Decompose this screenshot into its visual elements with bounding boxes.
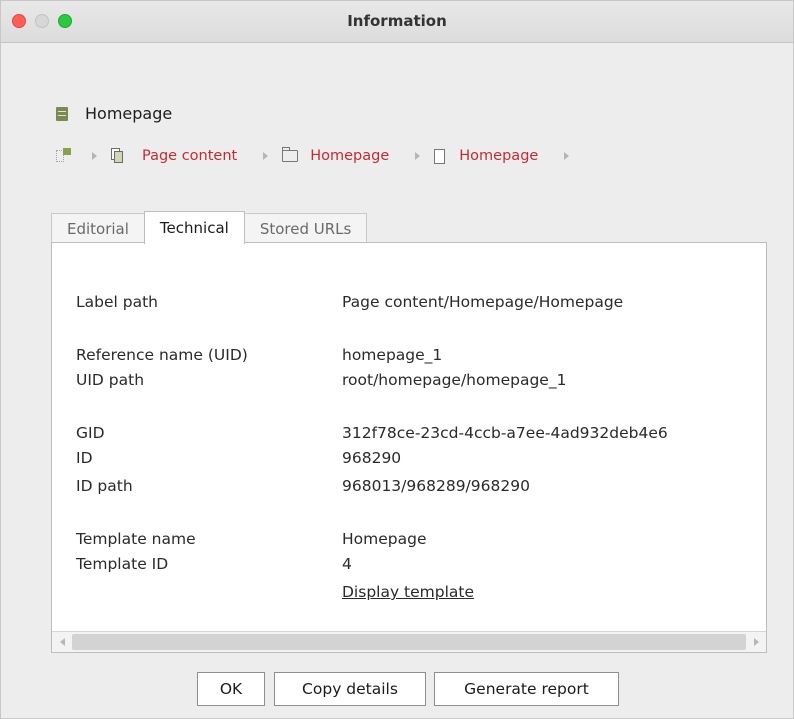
page-title: Homepage: [85, 104, 173, 123]
root-icon[interactable]: [56, 148, 74, 164]
window-title: Information: [347, 12, 447, 30]
scroll-left-icon: [59, 638, 65, 646]
document-icon: [434, 148, 446, 164]
breadcrumb-arrow-icon: [92, 152, 97, 160]
label-path-label: Label path: [76, 293, 158, 311]
gid-value: 312f78ce-23cd-4ccb-a7ee-4ad932deb4e6: [342, 424, 668, 442]
template-id-value: 4: [342, 555, 352, 573]
template-name-label: Template name: [76, 530, 196, 548]
page-icon: [56, 106, 68, 121]
id-label: ID: [76, 449, 93, 467]
horizontal-scrollbar[interactable]: [52, 631, 766, 652]
reference-name-label: Reference name (UID): [76, 346, 248, 364]
tab-bar: Editorial Technical Stored URLs: [51, 211, 368, 244]
id-path-label: ID path: [76, 477, 133, 495]
copy-details-button[interactable]: Copy details: [274, 672, 426, 706]
breadcrumb-arrow-icon: [415, 152, 421, 160]
template-name-value: Homepage: [342, 530, 427, 548]
reference-name-value: homepage_1: [342, 346, 443, 364]
scroll-right-icon: [753, 638, 759, 646]
scroll-left-button[interactable]: [52, 632, 72, 652]
ok-button[interactable]: OK: [197, 672, 265, 706]
information-window: Information Homepage Page content Homepa…: [0, 0, 794, 719]
breadcrumb: Page content Homepage Homepage: [56, 147, 583, 164]
page-header: Homepage: [56, 104, 172, 123]
uid-path-label: UID path: [76, 371, 145, 389]
page-content-icon: [111, 148, 126, 164]
title-bar: Information: [1, 1, 793, 43]
gid-label: GID: [76, 424, 105, 442]
display-template-link[interactable]: Display template: [342, 583, 474, 601]
technical-panel: Label path Page content/Homepage/Homepag…: [51, 242, 767, 653]
generate-report-button[interactable]: Generate report: [434, 672, 619, 706]
breadcrumb-homepage-page[interactable]: Homepage: [459, 148, 538, 164]
folder-icon: [282, 147, 299, 162]
template-id-label: Template ID: [76, 555, 169, 573]
breadcrumb-page-content[interactable]: Page content: [142, 148, 237, 164]
tab-editorial[interactable]: Editorial: [51, 213, 145, 243]
scrollbar-thumb[interactable]: [72, 634, 746, 650]
label-path-value: Page content/Homepage/Homepage: [342, 293, 624, 311]
breadcrumb-homepage-folder[interactable]: Homepage: [310, 148, 389, 164]
tab-technical[interactable]: Technical: [143, 211, 245, 244]
scroll-right-button[interactable]: [746, 632, 766, 652]
id-value: 968290: [342, 449, 402, 467]
breadcrumb-arrow-icon: [263, 152, 269, 160]
id-path-value: 968013/968289/968290: [342, 477, 530, 495]
uid-path-value: root/homepage/homepage_1: [342, 371, 567, 389]
tab-stored-urls[interactable]: Stored URLs: [243, 213, 368, 243]
breadcrumb-arrow-icon[interactable]: [564, 152, 570, 160]
